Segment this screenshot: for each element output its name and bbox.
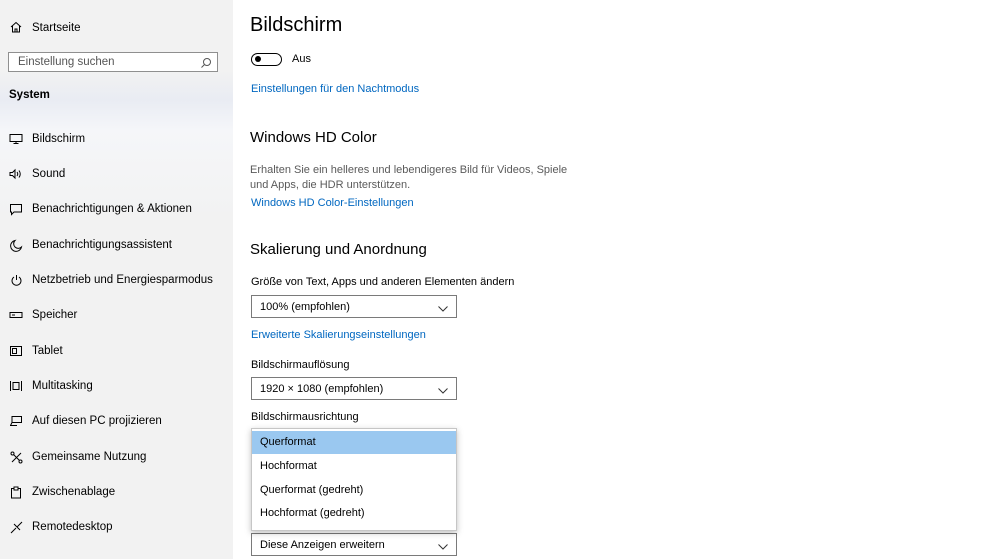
sidebar-item-sound[interactable]: Sound [0,157,233,191]
sidebar-item-label: Tablet [32,345,63,357]
sidebar-item-label: Remotedesktop [32,521,113,533]
tablet-icon [8,343,24,359]
resolution-value: 1920 × 1080 (empfohlen) [260,383,384,395]
sidebar-item-label: Gemeinsame Nutzung [32,451,147,463]
scale-size-label: Größe von Text, Apps und anderen Element… [251,276,515,288]
sidebar-item-multitasking[interactable]: Multitasking [0,369,233,403]
page-title: Bildschirm [250,14,343,36]
sidebar-item-gemeinsame-nutzung[interactable]: Gemeinsame Nutzung [0,440,233,474]
power-icon [8,272,24,288]
moon-icon [8,237,24,253]
home-icon [10,21,32,36]
sidebar-item-label: Multitasking [32,380,93,392]
sidebar-item-benachrichtigungsassistent[interactable]: Benachrichtigungsassistent [0,228,233,262]
chevron-down-icon [438,385,448,397]
hdr-settings-link[interactable]: Windows HD Color-Einstellungen [251,197,414,209]
sidebar-item-label: Benachrichtigungen & Aktionen [32,203,192,215]
home-link[interactable]: Startseite [10,19,81,37]
sidebar-item-speicher[interactable]: Speicher [0,298,233,332]
sidebar-item-label: Speicher [32,309,78,321]
monitor-icon [8,131,24,147]
scale-size-value: 100% (empfohlen) [260,301,350,313]
orientation-option-hochformat-gedreht[interactable]: Hochformat (gedreht) [252,502,456,525]
sidebar-item-label: Sound [32,168,66,180]
storage-icon [8,307,24,323]
option-label: Hochformat (gedreht) [260,507,365,519]
search-input[interactable] [9,53,198,71]
sidebar-item-benachrichtigungen[interactable]: Benachrichtigungen & Aktionen [0,192,233,226]
resolution-label: Bildschirmauflösung [251,359,350,371]
clipboard-icon [8,484,24,500]
multitasking-icon [8,378,24,394]
sidebar-item-label: Netzbetrieb und Energiesparmodus [32,274,213,286]
sidebar-item-tablet[interactable]: Tablet [0,334,233,368]
sidebar-item-label: Bildschirm [32,133,86,145]
night-mode-toggle-state: Aus [292,53,311,65]
hdr-section-title: Windows HD Color [250,129,377,146]
sidebar-item-label: Zwischenablage [32,486,116,498]
scale-section-title: Skalierung und Anordnung [250,241,427,258]
section-title-system: System [9,89,50,101]
sidebar-item-projizieren[interactable]: Auf diesen PC projizieren [0,404,233,438]
sidebar-item-zwischenablage[interactable]: Zwischenablage [0,475,233,509]
advanced-scaling-link[interactable]: Erweiterte Skalierungseinstellungen [251,329,426,341]
settings-search-box[interactable] [8,52,218,72]
option-label: Hochformat [260,460,317,472]
hdr-description: Erhalten Sie ein helleres und lebendiger… [250,164,568,191]
chevron-down-icon [438,541,448,553]
orientation-label: Bildschirmausrichtung [251,411,359,423]
sidebar-item-remotedesktop[interactable]: Remotedesktop [0,510,233,544]
project-icon [8,413,24,429]
search-icon[interactable] [200,56,212,74]
share-icon [8,449,24,465]
orientation-option-querformat-gedreht[interactable]: Querformat (gedreht) [252,479,456,502]
home-label: Startseite [32,22,81,34]
multi-display-value: Diese Anzeigen erweitern [260,539,385,551]
scale-size-dropdown[interactable]: 100% (empfohlen) [251,295,457,318]
sidebar-item-netzbetrieb[interactable]: Netzbetrieb und Energiesparmodus [0,263,233,297]
night-mode-settings-link[interactable]: Einstellungen für den Nachtmodus [251,83,419,95]
sidebar-item-label: Auf diesen PC projizieren [32,415,162,427]
option-label: Querformat [260,436,316,448]
sidebar-item-bildschirm[interactable]: Bildschirm [0,122,233,156]
remote-icon [8,519,24,535]
resolution-dropdown[interactable]: 1920 × 1080 (empfohlen) [251,377,457,400]
sidebar-item-label: Benachrichtigungsassistent [32,239,172,251]
orientation-dropdown-list[interactable]: Querformat Hochformat Querformat (gedreh… [251,428,457,531]
option-label: Querformat (gedreht) [260,484,364,496]
sidebar: Startseite System Bildschirm Sound Benac… [0,0,233,559]
orientation-option-querformat[interactable]: Querformat [252,431,456,454]
night-mode-toggle[interactable] [251,53,282,66]
toggle-knob [255,56,261,62]
multi-display-dropdown[interactable]: Diese Anzeigen erweitern [251,533,457,556]
orientation-option-hochformat[interactable]: Hochformat [252,455,456,478]
message-icon [8,201,24,217]
chevron-down-icon [438,303,448,315]
speaker-icon [8,166,24,182]
